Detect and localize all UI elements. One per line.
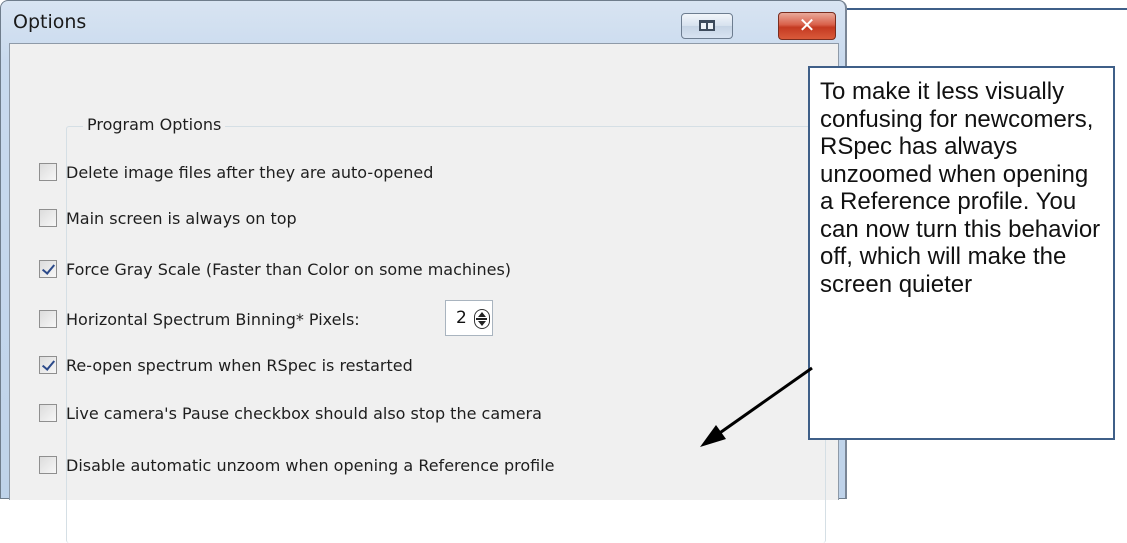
callout-arrow-icon bbox=[700, 366, 813, 447]
